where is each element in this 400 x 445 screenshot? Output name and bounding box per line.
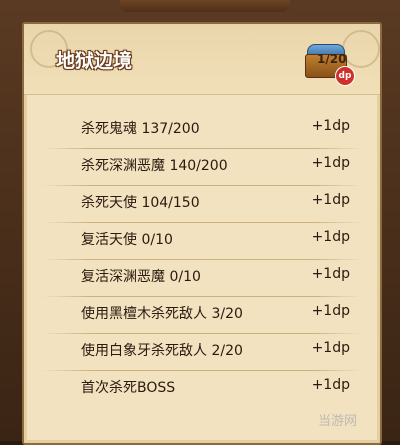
- dp-badge: dp: [335, 66, 355, 86]
- reward-progress: 1/20: [317, 52, 347, 66]
- task-row: 首次杀死BOSS +1dp: [24, 371, 380, 408]
- task-row: 使用白象牙杀死敌人 2/20 +1dp: [24, 334, 380, 371]
- task-row: 杀死天使 104/150 +1dp: [24, 186, 380, 223]
- task-reward: +1dp: [311, 118, 350, 134]
- ornament-icon: [342, 30, 380, 68]
- task-reward: +1dp: [311, 340, 350, 356]
- panel-title: 地狱边境: [56, 50, 133, 72]
- task-reward: +1dp: [311, 377, 350, 393]
- task-reward: +1dp: [311, 192, 350, 208]
- task-name: 复活深渊恶魔 0/10: [81, 269, 201, 285]
- task-row: 复活深渊恶魔 0/10 +1dp: [24, 260, 380, 297]
- task-name: 杀死天使 104/150: [81, 195, 200, 211]
- task-row: 杀死深渊恶魔 140/200 +1dp: [24, 149, 380, 186]
- task-row: 复活天使 0/10 +1dp: [24, 223, 380, 260]
- task-reward: +1dp: [311, 303, 350, 319]
- task-name: 首次杀死BOSS: [81, 380, 176, 396]
- task-reward: +1dp: [311, 266, 350, 282]
- task-row: 使用黑檀木杀死敌人 3/20 +1dp: [24, 297, 380, 334]
- task-row: 杀死鬼魂 137/200 +1dp: [24, 112, 380, 149]
- task-name: 杀死深渊恶魔 140/200: [81, 158, 228, 174]
- top-banner: [120, 0, 290, 12]
- site-watermark: 当游网: [318, 414, 358, 429]
- task-list: 杀死鬼魂 137/200 +1dp 杀死深渊恶魔 140/200 +1dp 杀死…: [24, 112, 380, 408]
- task-reward: +1dp: [311, 155, 350, 171]
- task-name: 复活天使 0/10: [81, 232, 173, 248]
- task-reward: +1dp: [311, 229, 350, 245]
- task-name: 杀死鬼魂 137/200: [81, 121, 200, 137]
- task-name: 使用黑檀木杀死敌人 3/20: [81, 306, 243, 322]
- quest-panel: 地狱边境 1/20 dp 杀死鬼魂 137/200 +1dp 杀死深渊恶魔 14…: [22, 22, 382, 445]
- panel-header: 地狱边境 1/20 dp: [24, 24, 380, 95]
- task-name: 使用白象牙杀死敌人 2/20: [81, 343, 243, 359]
